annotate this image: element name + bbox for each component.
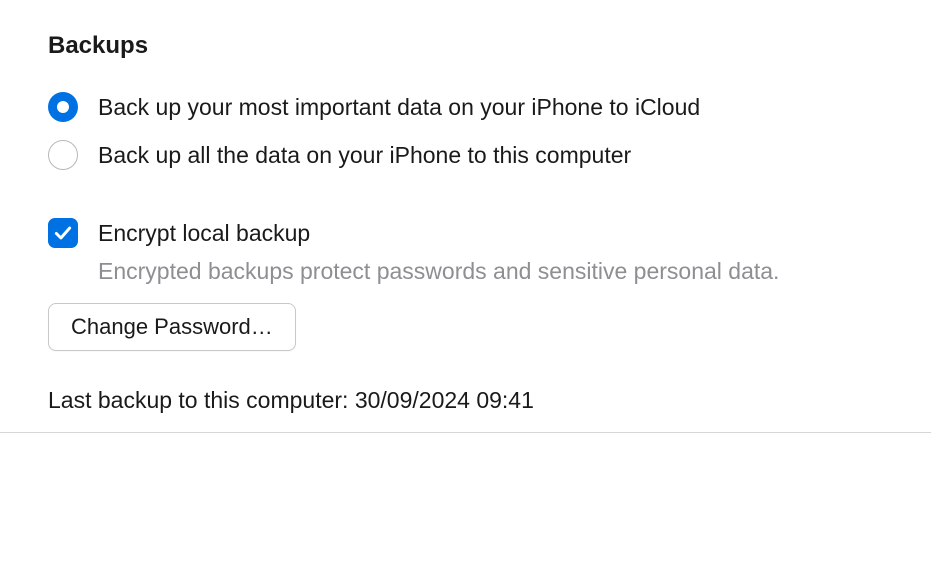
radio-computer-label: Back up all the data on your iPhone to t… <box>98 142 631 169</box>
encrypt-checkbox-row[interactable]: Encrypt local backup <box>48 218 883 248</box>
section-title: Backups <box>48 32 883 60</box>
encrypt-description: Encrypted backups protect passwords and … <box>98 258 883 285</box>
last-backup-prefix: Last backup to this computer: <box>48 387 355 413</box>
divider <box>0 432 931 433</box>
encrypt-section: Encrypt local backup Encrypted backups p… <box>48 218 883 285</box>
backups-panel: Backups Back up your most important data… <box>0 0 931 432</box>
radio-backup-icloud[interactable]: Back up your most important data on your… <box>48 92 883 122</box>
change-password-button[interactable]: Change Password… <box>48 303 296 351</box>
checkbox-checked-icon <box>48 218 78 248</box>
backup-destination-radio-group: Back up your most important data on your… <box>48 92 883 170</box>
encrypt-label: Encrypt local backup <box>98 220 310 247</box>
last-backup-timestamp: 30/09/2024 09:41 <box>355 387 534 413</box>
radio-icloud-label: Back up your most important data on your… <box>98 94 700 121</box>
radio-unselected-icon <box>48 140 78 170</box>
radio-selected-icon <box>48 92 78 122</box>
radio-backup-computer[interactable]: Back up all the data on your iPhone to t… <box>48 140 883 170</box>
last-backup-status: Last backup to this computer: 30/09/2024… <box>48 387 883 432</box>
